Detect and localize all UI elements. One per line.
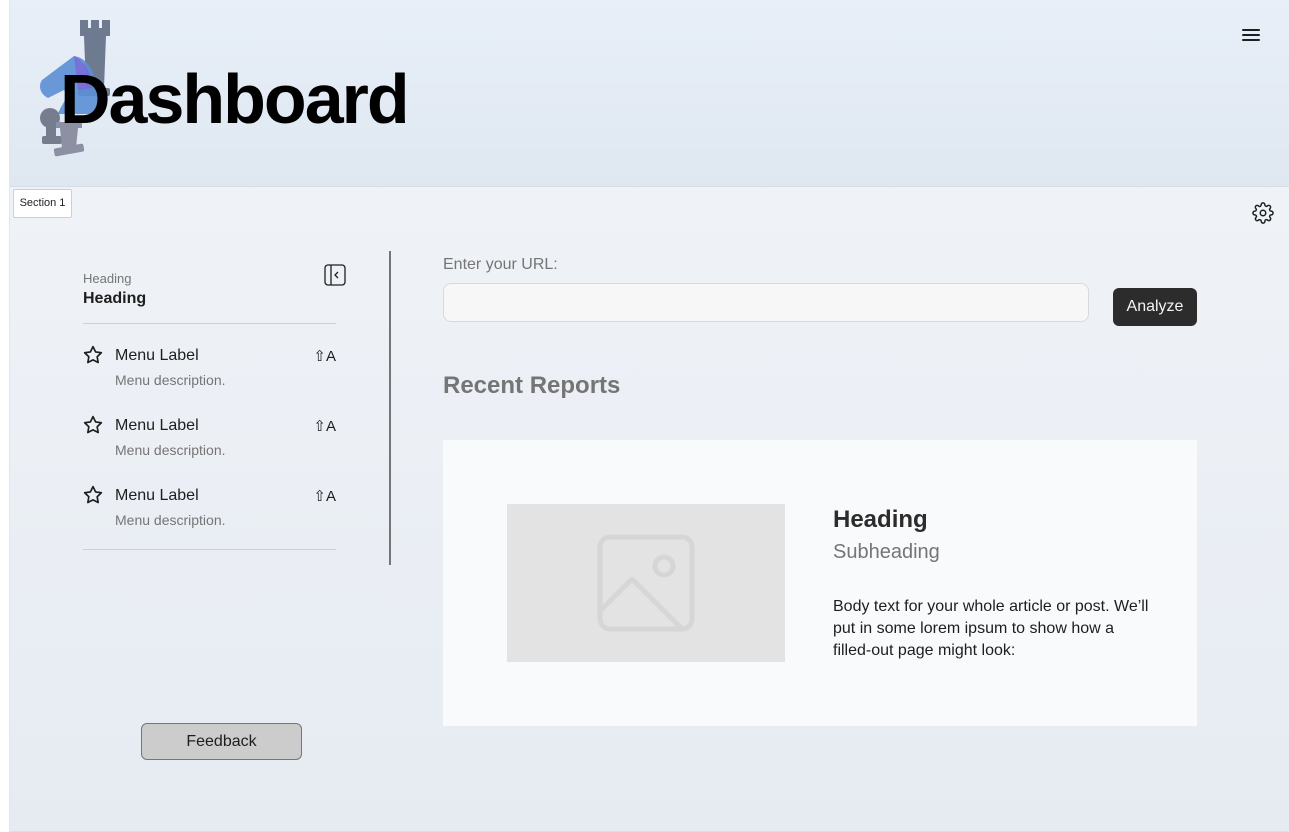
sidebar-header: Heading Heading [83,271,336,308]
analyze-button[interactable]: Analyze [1113,288,1197,326]
card-image [507,504,785,662]
page-title: Dashboard [60,60,410,138]
header: Dashboard [10,0,1289,187]
sidebar-title: Heading [83,290,147,307]
star-icon [83,415,103,434]
card-subheading: Subheading [833,541,940,563]
sidebar-overline: Heading [83,271,132,286]
recent-reports-heading: Recent Reports [443,372,621,399]
menu-item-label: Menu Label [115,417,199,434]
divider [83,549,336,550]
menu-item-label: Menu Label [115,487,199,504]
menu-item-label: Menu Label [115,347,199,364]
divider [83,323,336,324]
card-body: Body text for your whole article or post… [833,598,1149,659]
menu-item-shortcut: ⇧A [313,488,336,505]
feedback-button[interactable]: Feedback [141,723,302,760]
menu-item[interactable]: Menu Label Menu description. ⇧A [83,415,336,475]
menu-item[interactable]: Menu Label Menu description. ⇧A [83,345,336,405]
sidebar: Heading Heading Menu Label Menu descript… [83,251,391,565]
section-label: Section 1 [13,189,72,218]
menu-item-shortcut: ⇧A [313,418,336,435]
report-card[interactable]: Heading Subheading Body text for your wh… [443,440,1197,726]
gear-icon[interactable] [1252,202,1274,224]
url-input[interactable] [443,283,1089,322]
menu-item[interactable]: Menu Label Menu description. ⇧A [83,485,336,545]
star-icon [83,485,103,504]
sidebar-collapse-icon[interactable] [324,264,346,286]
app-frame: Dashboard Section 1 Heading Heading Menu… [9,0,1289,832]
url-label: Enter your URL: [443,256,558,273]
hamburger-menu-icon[interactable] [1240,26,1262,44]
menu-item-description: Menu description. [115,442,226,458]
menu-item-shortcut: ⇧A [313,348,336,365]
menu-item-description: Menu description. [115,512,226,528]
image-placeholder-icon [597,534,695,632]
star-icon [83,345,103,364]
menu-item-description: Menu description. [115,372,226,388]
card-heading: Heading [833,506,928,533]
